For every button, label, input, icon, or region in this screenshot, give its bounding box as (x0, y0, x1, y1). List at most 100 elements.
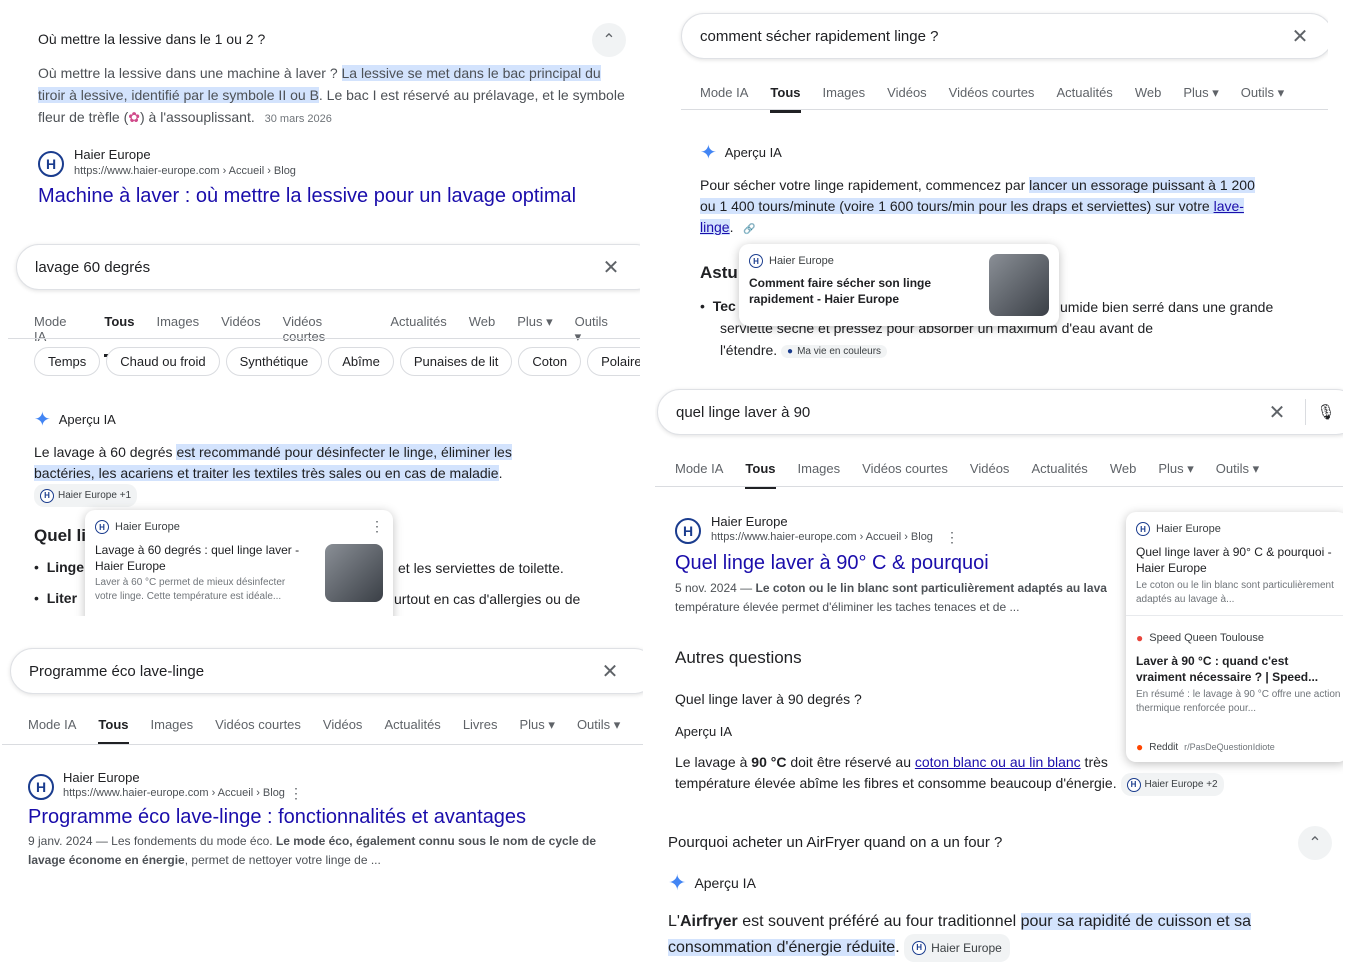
source-favicon-icon: ● (787, 345, 794, 357)
search-input[interactable]: lavage 60 degrés (17, 259, 591, 276)
ai-overview-label: Aperçu IA (675, 724, 733, 739)
tab-web[interactable]: Web (1135, 85, 1162, 101)
search-box[interactable]: lavage 60 degrés ✕ (16, 244, 640, 290)
chip-temps[interactable]: Temps (34, 347, 101, 376)
chip-chaud-ou-froid[interactable]: Chaud ou froid (106, 347, 220, 376)
chip-polaire[interactable]: Polaire (587, 347, 640, 376)
tab-videos-courtes[interactable]: Vidéos courtes (949, 85, 1035, 101)
more-options-icon[interactable]: ⋮ (945, 529, 959, 546)
tab-tous[interactable]: Tous (98, 717, 129, 745)
clear-icon[interactable]: ✕ (1257, 400, 1297, 425)
sources-sidebar: H Haier Europe Quel linge laver à 90° C &… (1126, 512, 1343, 762)
haier-favicon-icon: H (1126, 777, 1141, 792)
result-title-link[interactable]: Programme éco lave-linge : fonctionnalit… (28, 806, 526, 829)
ai-overview-header: ✦ Aperçu IA (668, 870, 756, 895)
tab-mode-ia[interactable]: Mode IA (675, 461, 723, 477)
clear-icon[interactable]: ✕ (590, 659, 630, 684)
tab-outils[interactable]: Outils ▾ (577, 717, 620, 733)
clear-icon[interactable]: ✕ (1280, 24, 1320, 49)
collapse-chevron-icon[interactable]: ⌃ (592, 23, 626, 57)
tab-outils[interactable]: Outils ▾ (575, 314, 618, 345)
card-title[interactable]: Laver à 90 °C : quand c'est vraiment néc… (1136, 653, 1336, 685)
tab-plus[interactable]: Plus ▾ (1158, 461, 1193, 477)
chip-coton[interactable]: Coton (518, 347, 582, 376)
search-input[interactable]: Programme éco lave-linge (11, 663, 590, 680)
tab-videos[interactable]: Vidéos (970, 461, 1010, 477)
tab-mode-ia[interactable]: Mode IA (28, 717, 76, 733)
tab-tous[interactable]: Tous (104, 314, 135, 357)
card-title[interactable]: Quel linge laver à 90° C & pourquoi - Ha… (1136, 544, 1343, 576)
haier-favicon-icon: H (40, 488, 54, 503)
result-title-link[interactable]: Quel linge laver à 90° C & pourquoi (675, 552, 989, 575)
tab-web[interactable]: Web (1110, 461, 1137, 477)
card-desc: Le coton ou le lin blanc sont particuliè… (1136, 580, 1334, 605)
tab-outils[interactable]: Outils ▾ (1216, 461, 1259, 477)
ai-answer: Pour sécher votre linge rapidement, comm… (700, 177, 1255, 235)
tab-outils[interactable]: Outils ▾ (1241, 85, 1284, 101)
chip-abime[interactable]: Abîme (328, 347, 394, 376)
source-badge[interactable]: H Haier Europe +2 (1120, 773, 1224, 796)
result-url[interactable]: https://www.haier-europe.com › Accueil ›… (63, 787, 285, 799)
search-box[interactable]: Programme éco lave-linge ✕ (10, 648, 643, 694)
coton-link[interactable]: coton blanc ou au lin blanc (915, 754, 1081, 770)
tab-videos-courtes[interactable]: Vidéos courtes (283, 314, 369, 345)
search-box[interactable]: quel linge laver à 90 ✕ 🎙 (657, 389, 1343, 435)
tab-images[interactable]: Images (798, 461, 841, 477)
source-card[interactable]: H Haier Europe ⋮ Lavage à 60 degrés : que… (85, 510, 393, 616)
tab-images[interactable]: Images (823, 85, 866, 101)
tab-plus[interactable]: Plus ▾ (520, 717, 555, 733)
source-card[interactable]: H Haier Europe Comment faire sécher son l… (739, 244, 1059, 326)
card-site: H Haier Europe (749, 254, 834, 268)
tab-images[interactable]: Images (156, 314, 199, 345)
tab-images[interactable]: Images (151, 717, 194, 733)
result-url[interactable]: https://www.haier-europe.com › Accueil ›… (711, 531, 933, 543)
question-item[interactable]: Quel linge laver à 90 degrés ? (675, 691, 862, 707)
tab-actualites[interactable]: Actualités (390, 314, 446, 345)
search-input[interactable]: comment sécher rapidement linge ? (682, 28, 1280, 45)
chip-synthetique[interactable]: Synthétique (225, 347, 323, 376)
collapse-chevron-icon[interactable]: ⌃ (1298, 826, 1332, 860)
tab-videos[interactable]: Vidéos (887, 85, 927, 101)
source-badge[interactable]: H Haier Europe +1 (34, 484, 138, 507)
result-title-link[interactable]: Machine à laver : où mettre la lessive p… (38, 185, 576, 208)
result-site[interactable]: Haier Europe (711, 514, 788, 529)
question-title[interactable]: Pourquoi acheter un AirFryer quand on a … (668, 834, 1002, 851)
tab-actualites[interactable]: Actualités (384, 717, 440, 733)
haier-favicon-icon: H (912, 941, 927, 955)
card-thumbnail (325, 544, 383, 602)
tab-plus[interactable]: Plus ▾ (517, 314, 552, 345)
more-options-icon[interactable]: ⋮ (370, 518, 384, 535)
panel-lessive-question: Où mettre la lessive dans le 1 ou 2 ? ⌃ … (18, 10, 638, 225)
tab-actualites[interactable]: Actualités (1056, 85, 1112, 101)
tab-tous[interactable]: Tous (745, 461, 776, 489)
result-site[interactable]: Haier Europe (74, 147, 151, 162)
clear-icon[interactable]: ✕ (591, 255, 631, 280)
haier-favicon-icon: H (28, 774, 54, 800)
question-title[interactable]: Où mettre la lessive dans le 1 ou 2 ? (38, 31, 265, 47)
search-input[interactable]: quel linge laver à 90 (658, 404, 1257, 421)
card-site[interactable]: ● Reddit r/PasDeQuestionIdiote (1136, 740, 1275, 754)
result-url[interactable]: https://www.haier-europe.com › Accueil ›… (74, 165, 296, 177)
link-icon[interactable]: 🔗 (743, 224, 755, 235)
chip-punaises[interactable]: Punaises de lit (399, 347, 513, 376)
tab-videos[interactable]: Vidéos (323, 717, 363, 733)
card-site[interactable]: H Haier Europe (1136, 522, 1221, 536)
tab-plus[interactable]: Plus ▾ (1183, 85, 1218, 101)
tab-videos-courtes[interactable]: Vidéos courtes (215, 717, 301, 733)
tab-tous[interactable]: Tous (770, 85, 801, 113)
source-badge[interactable]: ● Ma vie en couleurs (781, 344, 888, 358)
ai-answer: Le lavage à 60 degrés est recommandé pou… (34, 442, 544, 507)
microphone-icon[interactable]: 🎙 (1306, 403, 1343, 421)
tab-livres[interactable]: Livres (463, 717, 498, 733)
tab-videos-courtes[interactable]: Vidéos courtes (862, 461, 948, 477)
tab-web[interactable]: Web (469, 314, 496, 345)
result-site[interactable]: Haier Europe (63, 770, 140, 785)
tab-videos[interactable]: Vidéos (221, 314, 261, 345)
card-site[interactable]: ● Speed Queen Toulouse (1136, 631, 1264, 645)
search-box[interactable]: comment sécher rapidement linge ? ✕ (681, 13, 1328, 59)
tab-actualites[interactable]: Actualités (1031, 461, 1087, 477)
tab-mode-ia[interactable]: Mode IA (34, 314, 82, 345)
tab-mode-ia[interactable]: Mode IA (700, 85, 748, 101)
more-options-icon[interactable]: ⋮ (289, 785, 303, 802)
source-badge[interactable]: H Haier Europe (904, 934, 1010, 962)
